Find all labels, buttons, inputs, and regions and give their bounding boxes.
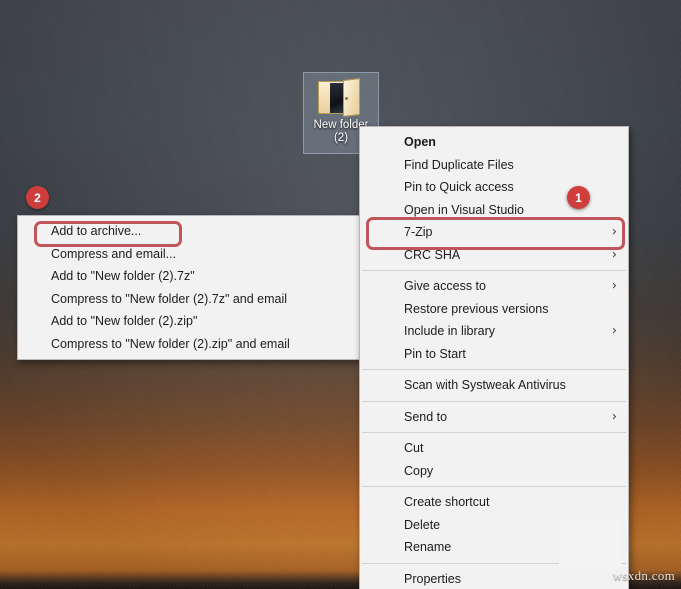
menu-item-label: Include in library (404, 324, 496, 339)
menu-item-find-duplicate-files[interactable]: Find Duplicate Files (360, 154, 628, 177)
menu-item-create-shortcut[interactable]: Create shortcut (360, 491, 628, 514)
menu-item-label: Add to "New folder (2).7z" (51, 269, 195, 284)
menu-item-label: Rename (404, 540, 452, 555)
menu-item-compress-to-new-folder-2-zip-and-email[interactable]: Compress to "New folder (2).zip" and ema… (18, 333, 360, 356)
step-badge-2: 2 (26, 186, 49, 209)
page-corner-artifact (559, 520, 621, 568)
menu-item-label: Create shortcut (404, 495, 490, 510)
menu-item-give-access-to[interactable]: Give access to › (360, 275, 628, 298)
menu-item-add-to-new-folder-2-zip[interactable]: Add to "New folder (2).zip" (18, 310, 360, 333)
menu-item-7-zip[interactable]: 7-Zip › (360, 221, 628, 244)
menu-item-send-to[interactable]: Send to › (360, 406, 628, 429)
menu-item-label: Add to archive... (51, 224, 142, 239)
menu-item-label: Cut (404, 441, 424, 456)
menu-item-label: Find Duplicate Files (404, 157, 514, 172)
menu-item-cut[interactable]: Cut (360, 437, 628, 460)
menu-item-label: Compress to "New folder (2).zip" and ema… (51, 336, 290, 351)
chevron-right-icon: › (611, 224, 617, 240)
menu-item-label: Delete (404, 517, 441, 532)
menu-separator (362, 486, 626, 487)
menu-item-label: Add to "New folder (2).zip" (51, 314, 198, 329)
chevron-right-icon: › (611, 323, 617, 339)
folder-glyph-icon (318, 77, 364, 118)
menu-item-label: Scan with Systweak Antivirus (404, 378, 566, 393)
menu-item-open[interactable]: Open (360, 131, 628, 154)
menu-item-label: Compress and email... (51, 246, 177, 261)
menu-item-label: Send to (404, 409, 448, 424)
menu-item-label: Give access to (404, 279, 486, 294)
menu-item-label: Pin to Quick access (404, 180, 514, 195)
menu-item-label: Pin to Start (404, 346, 466, 361)
menu-item-label: Compress to "New folder (2).7z" and emai… (51, 291, 288, 306)
menu-item-compress-to-new-folder-2-7z-and-email[interactable]: Compress to "New folder (2).7z" and emai… (18, 288, 360, 311)
desktop-icon-label-line2: (2) (333, 132, 349, 144)
menu-item-restore-previous-versions[interactable]: Restore previous versions (360, 298, 628, 321)
menu-item-include-in-library[interactable]: Include in library › (360, 320, 628, 343)
menu-item-pin-to-start[interactable]: Pin to Start (360, 343, 628, 366)
menu-item-label: Copy (404, 463, 434, 478)
menu-item-label: Restore previous versions (404, 301, 549, 316)
menu-item-label: 7-Zip (404, 225, 433, 240)
chevron-right-icon: › (611, 409, 617, 425)
menu-item-label: CRC SHA (404, 247, 461, 262)
menu-item-crc-sha[interactable]: CRC SHA › (360, 244, 628, 267)
menu-item-compress-and-email[interactable]: Compress and email... (18, 243, 360, 266)
menu-separator (362, 369, 626, 370)
menu-item-add-to-archive[interactable]: Add to archive... (18, 220, 360, 243)
menu-item-label: Open in Visual Studio (404, 202, 524, 217)
menu-item-copy[interactable]: Copy (360, 460, 628, 483)
watermark: wsxdn.com (612, 568, 675, 583)
chevron-right-icon: › (611, 247, 617, 263)
menu-item-properties[interactable]: Properties (360, 568, 628, 589)
seven-zip-submenu[interactable]: Add to archive... Compress and email... Ad… (17, 215, 361, 360)
chevron-right-icon: › (611, 278, 617, 294)
menu-item-label: Properties (404, 571, 461, 586)
menu-separator (362, 432, 626, 433)
step-badge-1: 1 (567, 186, 590, 209)
menu-separator (362, 270, 626, 271)
menu-item-scan-with-systweak-antivirus[interactable]: Scan with Systweak Antivirus (360, 374, 628, 397)
shield-icon (374, 377, 390, 393)
menu-separator (362, 400, 626, 402)
menu-item-add-to-new-folder-2-7z[interactable]: Add to "New folder (2).7z" (18, 265, 360, 288)
menu-item-label: Open (404, 135, 436, 150)
desktop-screen: New folder (2) Add to archive... Compress… (0, 0, 681, 589)
